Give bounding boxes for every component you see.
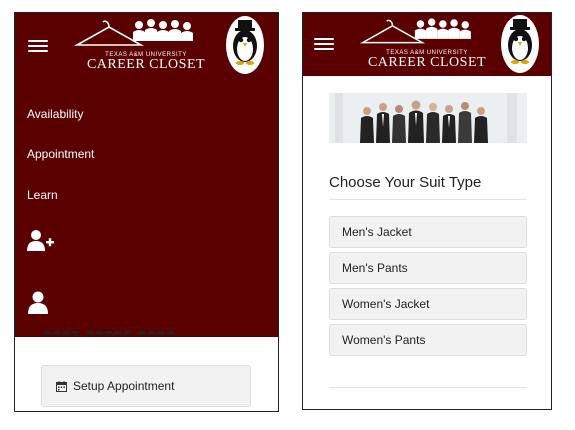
- hamburger-menu-icon[interactable]: [25, 33, 51, 59]
- suit-option-womens-jacket[interactable]: Women's Jacket: [329, 288, 527, 320]
- logo-name-text: CAREER CLOSET: [367, 55, 487, 70]
- app-header: TEXAS A&M UNIVERSITY CAREER CLOSET: [15, 13, 278, 79]
- setup-appointment-button[interactable]: Setup Appointment: [41, 365, 251, 407]
- menu-item-learn[interactable]: Learn: [27, 188, 58, 202]
- phone-screen-suit-type: TEXAS A&M UNIVERSITY CAREER CLOSET Choos…: [302, 12, 552, 410]
- calendar-icon: [56, 380, 67, 392]
- penguin-mascot-icon: [226, 16, 264, 74]
- penguin-mascot-icon: [501, 15, 539, 73]
- suit-option-mens-pants[interactable]: Men's Pants: [329, 252, 527, 284]
- suit-type-heading: Choose Your Suit Type: [329, 174, 482, 191]
- career-closet-logo: TEXAS A&M UNIVERSITY CAREER CLOSET: [357, 16, 497, 74]
- suit-option-mens-jacket[interactable]: Men's Jacket: [329, 216, 527, 248]
- divider: [329, 199, 527, 200]
- menu-item-availability[interactable]: Availability: [27, 107, 83, 121]
- logo-name-text: CAREER CLOSET: [86, 57, 206, 72]
- menu-item-appointment[interactable]: Appointment: [27, 147, 94, 161]
- business-people-banner-image: [329, 93, 527, 143]
- suit-option-womens-pants[interactable]: Women's Pants: [329, 324, 527, 356]
- divider: [329, 387, 527, 388]
- add-user-icon[interactable]: [27, 229, 55, 258]
- obscured-heading: ■■■■ ■■■■■ ■■■■: [43, 331, 213, 337]
- setup-appointment-label: Setup Appointment: [73, 379, 175, 393]
- career-closet-logo: TEXAS A&M UNIVERSITY CAREER CLOSET: [71, 17, 221, 75]
- hamburger-menu-icon[interactable]: [311, 31, 337, 57]
- hanger-and-people-icon: [73, 19, 193, 46]
- nav-menu-panel: Availability Appointment Learn: [15, 79, 278, 337]
- user-icon[interactable]: [27, 291, 49, 320]
- phone-screen-menu-open: TEXAS A&M UNIVERSITY CAREER CLOSET Avail…: [14, 12, 279, 412]
- app-header: TEXAS A&M UNIVERSITY CAREER CLOSET: [303, 13, 551, 76]
- hanger-and-people-icon: [359, 18, 471, 44]
